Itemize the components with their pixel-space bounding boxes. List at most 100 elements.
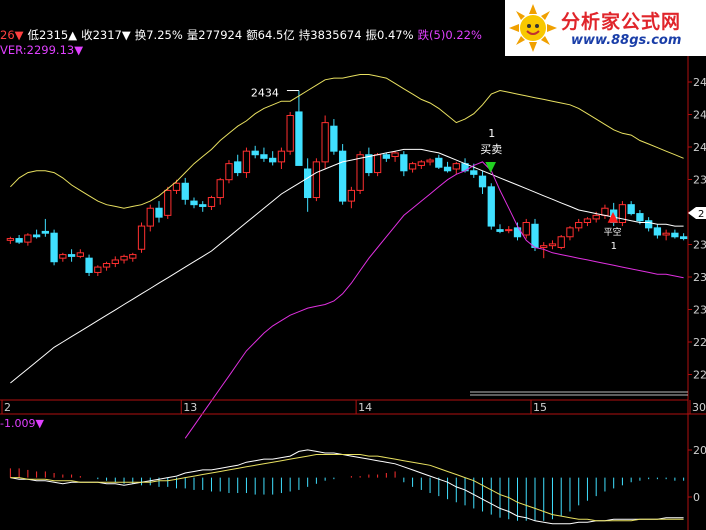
- candle-body: [41, 230, 49, 234]
- x-tick-label: 13: [183, 401, 197, 414]
- candle-body: [470, 170, 478, 175]
- line-lower_line: [184, 161, 684, 439]
- header-field: 量277924: [186, 28, 243, 42]
- candle-body: [426, 159, 434, 163]
- candle-body: [50, 232, 58, 263]
- line-middle: [10, 148, 684, 384]
- buy-arrow-icon: ▲: [608, 209, 619, 225]
- candle-body: [286, 115, 294, 152]
- candle-body: [531, 223, 539, 248]
- header-field: 换7.25%: [134, 28, 183, 42]
- y-tick-label: 24: [693, 109, 706, 122]
- candle-body: [408, 163, 417, 170]
- candle-body: [373, 154, 382, 174]
- candle-body: [6, 238, 15, 241]
- header-field: 额64.5亿: [246, 28, 295, 42]
- candle-body: [172, 182, 181, 191]
- logo-title: 分析家公式网: [561, 11, 682, 33]
- candle-body: [330, 125, 338, 152]
- candle-body: [417, 161, 425, 166]
- candle-body: [304, 168, 312, 199]
- candle-body: [592, 214, 600, 220]
- candle-body: [137, 225, 146, 250]
- header-field: 26▼: [0, 28, 24, 42]
- candle-body: [636, 213, 644, 222]
- signal-count-bottom: 1: [611, 241, 617, 252]
- candle-body: [102, 263, 111, 268]
- candle-body: [338, 150, 347, 202]
- candle-body: [566, 227, 574, 238]
- candle-body: [242, 150, 251, 174]
- candle-body: [120, 255, 128, 261]
- candle-body: [277, 150, 286, 163]
- candle-body: [505, 229, 513, 232]
- macd-value-label: -1.009▼: [0, 417, 44, 430]
- candle-body: [575, 222, 583, 229]
- header-line-2: VER:2299.13▼: [0, 43, 83, 57]
- candle-body: [190, 200, 198, 206]
- y-tick-label: 24: [693, 141, 706, 154]
- candle-body: [452, 163, 460, 170]
- header-field: 收2317▼: [81, 28, 131, 42]
- candle-body: [540, 245, 548, 248]
- candle-body: [478, 175, 487, 188]
- x-tick-label: 30: [692, 401, 706, 414]
- logo-url: www.88gs.com: [571, 33, 682, 48]
- site-logo: 分析家公式网 www.88gs.com: [505, 0, 706, 56]
- candle-body: [260, 154, 268, 159]
- header-field: 持3835674: [298, 28, 362, 42]
- candle-body: [129, 254, 137, 259]
- signal-label-sell: 买卖: [480, 143, 502, 156]
- candle-body: [234, 161, 242, 174]
- candle-body: [155, 207, 163, 218]
- sell-arrow-icon: ▼: [485, 159, 496, 175]
- candle-body: [671, 232, 679, 238]
- x-tick-label: 14: [358, 401, 372, 414]
- candle-body: [85, 257, 93, 273]
- candle-body: [76, 252, 84, 257]
- candle-body: [207, 197, 216, 207]
- header-field: 低2315▲: [27, 28, 78, 42]
- macd-line-dea: [10, 454, 684, 522]
- candle-body: [24, 234, 32, 243]
- candle-body: [662, 232, 670, 236]
- candle-body: [164, 189, 172, 216]
- candle-body: [225, 163, 233, 181]
- header-field: 跌(5)0.22%: [417, 28, 482, 42]
- candle-body: [216, 179, 224, 199]
- macd-panel: -1.009▼ 20 0: [0, 417, 706, 525]
- indicator-lines: [10, 74, 684, 439]
- candle-body: [59, 254, 67, 259]
- candle-body: [496, 229, 504, 232]
- sun-icon: [509, 4, 557, 52]
- x-tick-label: 15: [533, 401, 547, 414]
- candle-body: [321, 122, 329, 163]
- sub-y-tick-label: 0: [693, 491, 700, 504]
- candle-body: [32, 234, 41, 238]
- y-tick-label: 22: [693, 369, 706, 382]
- signal-count-top: 1: [488, 127, 495, 140]
- sub-y-tick-label: 20: [693, 444, 706, 457]
- candle-body: [199, 204, 207, 207]
- candle-body: [181, 182, 189, 200]
- y-tick-label: 23: [693, 304, 706, 317]
- ver-indicator: VER:2299.13▼: [0, 43, 84, 57]
- candle-body: [312, 161, 321, 199]
- header-field: 振0.47%: [365, 28, 414, 42]
- macd-line-dif: [10, 449, 684, 525]
- candle-body: [653, 227, 662, 236]
- candle-body: [94, 266, 102, 273]
- high-label: 2434: [251, 87, 279, 100]
- candle-body: [400, 154, 408, 172]
- y-tick-label: 22: [693, 336, 706, 349]
- x-tick-label: 2: [4, 401, 11, 414]
- candle-body: [557, 236, 565, 248]
- candle-body: [522, 222, 530, 236]
- signal-label-cover: 平空: [604, 226, 622, 238]
- y-tick-label: 23: [693, 239, 706, 252]
- candle-body: [251, 150, 259, 156]
- candle-body: [269, 157, 277, 163]
- candle-body: [295, 111, 303, 166]
- candle-body: [487, 186, 495, 227]
- candles: [6, 90, 688, 276]
